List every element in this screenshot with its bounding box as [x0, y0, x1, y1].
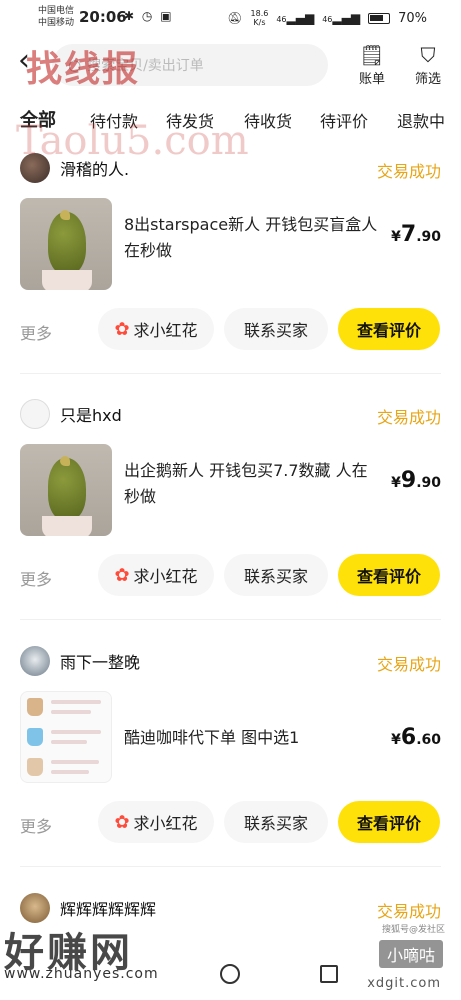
- bill-button[interactable]: 🗒︎ 账单: [350, 42, 394, 87]
- request-flower-button[interactable]: ✿ 求小红花: [98, 554, 214, 596]
- watermark-top-url: Taolu5.com: [16, 118, 249, 164]
- product-title[interactable]: 8出starspace新人 开钱包买盲盒人在秒做: [124, 212, 382, 264]
- avatar: [20, 893, 50, 923]
- divider: [20, 866, 441, 867]
- watermark-top: 找线报: [26, 49, 141, 90]
- status-right: 🔕︎ 18.6 K/s 46▂▄▆ 46▂▄▆ 70%: [227, 9, 427, 27]
- flower-label: 求小红花: [133, 567, 198, 586]
- price-int: 9: [400, 468, 417, 493]
- product-title[interactable]: 酷迪咖啡代下单 图中选1: [124, 725, 382, 751]
- price-dec: .90: [416, 475, 441, 491]
- home-icon[interactable]: [220, 964, 240, 984]
- bill-label: 账单: [358, 72, 385, 87]
- product-image[interactable]: [20, 691, 112, 783]
- divider: [20, 619, 441, 620]
- product-title[interactable]: 出企鹅新人 开钱包买7.7数藏 人在秒做: [124, 458, 382, 510]
- carrier-2: 中国移动: [38, 18, 75, 28]
- mute-icon: 🔕︎: [227, 11, 243, 25]
- flower-icon: ✿: [114, 564, 130, 586]
- alarm-icon: ◷: [141, 9, 155, 23]
- battery-percent: 70%: [398, 10, 427, 26]
- avatar: [20, 646, 50, 676]
- order-status: 交易成功: [376, 162, 441, 181]
- clock: 20:06: [79, 8, 127, 26]
- price-dec: .60: [416, 732, 441, 748]
- price: ¥6.60: [391, 725, 441, 750]
- filter-label: 筛选: [414, 72, 441, 87]
- tab-pending-receipt[interactable]: 待收货: [244, 108, 292, 132]
- contact-buyer-button[interactable]: 联系买家: [224, 308, 328, 350]
- price-symbol: ¥: [391, 229, 401, 245]
- recents-icon[interactable]: [320, 965, 338, 983]
- order-card[interactable]: 滑稽的人. 交易成功 8出starspace新人 开钱包买盲盒人在秒做 ¥7.9…: [0, 152, 461, 374]
- price: ¥9.90: [391, 468, 441, 493]
- price-symbol: ¥: [391, 732, 401, 748]
- view-review-button[interactable]: 查看评价: [338, 801, 440, 843]
- speed-value: 18.6: [250, 9, 269, 18]
- seller-name: 辉辉辉辉辉辉: [60, 900, 157, 919]
- carrier-1: 中国电信: [38, 6, 75, 16]
- seller[interactable]: 雨下一整晚: [20, 645, 140, 677]
- more-button[interactable]: 更多: [20, 320, 52, 344]
- request-flower-button[interactable]: ✿ 求小红花: [98, 308, 214, 350]
- filter-button[interactable]: ⛉ 筛选: [406, 42, 450, 87]
- tab-refunding[interactable]: 退款中: [397, 108, 445, 132]
- battery-icon: [368, 12, 391, 24]
- price: ¥7.90: [391, 222, 441, 247]
- more-button[interactable]: 更多: [20, 813, 52, 837]
- flower-icon: ✿: [114, 811, 130, 833]
- system-nav-bar: [0, 950, 461, 1000]
- price-int: 7: [400, 222, 417, 247]
- price-symbol: ¥: [391, 475, 401, 491]
- more-button[interactable]: 更多: [20, 566, 52, 590]
- notification-icon: ▣: [160, 9, 174, 23]
- speed-unit: K/s: [253, 18, 266, 27]
- seller-name: 雨下一整晚: [60, 653, 141, 672]
- flower-icon: ✿: [114, 318, 130, 340]
- contact-buyer-button[interactable]: 联系买家: [224, 801, 328, 843]
- product-image[interactable]: [20, 198, 112, 290]
- signal-1-icon: 46▂▄▆: [276, 11, 315, 25]
- seller-name: 只是hxd: [60, 406, 122, 425]
- tab-pending-review[interactable]: 待评价: [320, 108, 368, 132]
- order-card[interactable]: 只是hxd 交易成功 出企鹅新人 开钱包买7.7数藏 人在秒做 ¥9.90 更多…: [0, 398, 461, 620]
- status-icons: ✱ ◷ ▣: [124, 9, 174, 23]
- view-review-button[interactable]: 查看评价: [338, 554, 440, 596]
- order-status: 交易成功: [376, 408, 441, 427]
- order-card[interactable]: 雨下一整晚 交易成功 酷迪咖啡代下单 图中选1 ¥6.60 更多 ✿ 求小红花 …: [0, 645, 461, 867]
- bluetooth-icon: ✱: [124, 9, 137, 23]
- watermark-badge-small: 搜狐号@发社区: [381, 925, 445, 935]
- status-bar: 中国电信 中国移动 20:06 ✱ ◷ ▣ 🔕︎ 18.6 K/s 46▂▄▆ …: [0, 0, 461, 36]
- filter-icon: ⛉: [420, 43, 436, 67]
- divider: [20, 373, 441, 374]
- price-dec: .90: [416, 229, 441, 245]
- order-status: 交易成功: [376, 655, 441, 674]
- flower-label: 求小红花: [133, 321, 198, 340]
- price-int: 6: [400, 725, 417, 750]
- seller[interactable]: 只是hxd: [20, 398, 122, 430]
- contact-buyer-button[interactable]: 联系买家: [224, 554, 328, 596]
- avatar: [20, 399, 50, 429]
- flower-label: 求小红花: [133, 814, 198, 833]
- order-status: 交易成功: [376, 902, 441, 921]
- view-review-button[interactable]: 查看评价: [338, 308, 440, 350]
- request-flower-button[interactable]: ✿ 求小红花: [98, 801, 214, 843]
- product-image[interactable]: [20, 444, 112, 536]
- bill-icon: 🗒︎: [359, 43, 385, 67]
- carrier-info: 中国电信 中国移动: [38, 5, 74, 29]
- network-speed: 18.6 K/s: [251, 9, 269, 27]
- signal-2-icon: 46▂▄▆: [322, 11, 361, 25]
